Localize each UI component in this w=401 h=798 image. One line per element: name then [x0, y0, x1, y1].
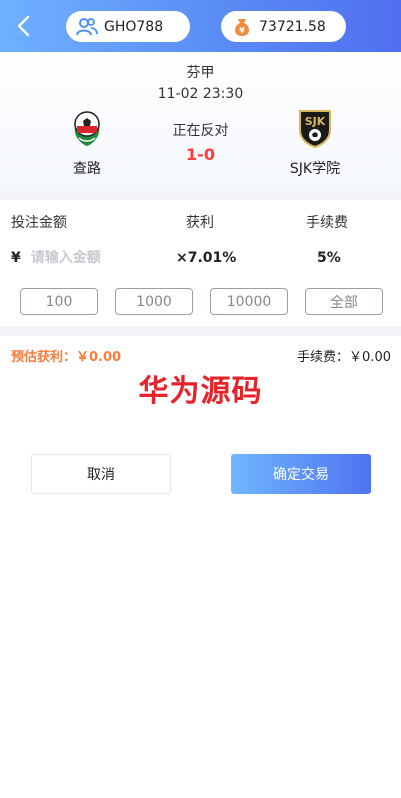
quick-amount-all-button[interactable]: 全部: [305, 288, 383, 315]
fee-rate: 5%: [317, 250, 341, 266]
away-team: SJK SJK学院: [255, 108, 375, 178]
fee-label: 手续费: [306, 215, 348, 231]
currency-symbol: ¥: [11, 250, 21, 266]
fee-total: 手续费：￥0.00: [297, 350, 391, 365]
svg-text:¥: ¥: [239, 26, 245, 35]
amount-input[interactable]: [30, 250, 141, 266]
quick-amount-1000-button[interactable]: 1000: [115, 288, 193, 315]
match-status: 正在反对: [172, 123, 229, 139]
section-divider: [0, 190, 401, 200]
confirm-trade-button[interactable]: 确定交易: [231, 454, 371, 494]
balance-text: 73721.58: [259, 18, 326, 35]
amount-label: 投注金额: [11, 215, 67, 231]
profit-rate: ×7.01%: [176, 250, 237, 266]
away-team-logo-icon: SJK: [295, 108, 335, 149]
watermark-text: 华为源码: [138, 374, 263, 409]
money-bag-icon: ¥: [231, 16, 253, 38]
match-time: 11-02 23:30: [157, 86, 244, 102]
amount-input-row: ¥: [11, 250, 141, 266]
league-name: 芬甲: [186, 65, 215, 81]
top-header: GHO788 ¥ 73721.58: [0, 0, 401, 52]
estimated-profit: 预估获利：￥0.00: [11, 350, 122, 365]
home-team-name: 查路: [73, 161, 101, 177]
away-team-name: SJK学院: [289, 161, 341, 177]
home-team-logo-icon: [67, 108, 107, 148]
quick-amount-100-button[interactable]: 100: [20, 288, 98, 315]
section-divider-2: [0, 326, 401, 336]
chevron-left-icon: [17, 15, 30, 37]
balance-pill[interactable]: ¥ 73721.58: [221, 11, 346, 42]
user-pill[interactable]: GHO788: [66, 11, 190, 42]
username-text: GHO788: [104, 18, 164, 35]
quick-amount-10000-button[interactable]: 10000: [210, 288, 288, 315]
cancel-button[interactable]: 取消: [31, 454, 171, 494]
match-panel: 芬甲 11-02 23:30 查路 正在反对 1-0 SJK SJK学院: [0, 52, 401, 190]
back-button[interactable]: [10, 12, 38, 40]
svg-text:SJK: SJK: [305, 115, 326, 128]
match-score: 1-0: [186, 145, 215, 164]
profit-label: 获利: [186, 215, 214, 231]
home-team: 查路: [27, 108, 147, 178]
users-icon: [76, 16, 98, 38]
